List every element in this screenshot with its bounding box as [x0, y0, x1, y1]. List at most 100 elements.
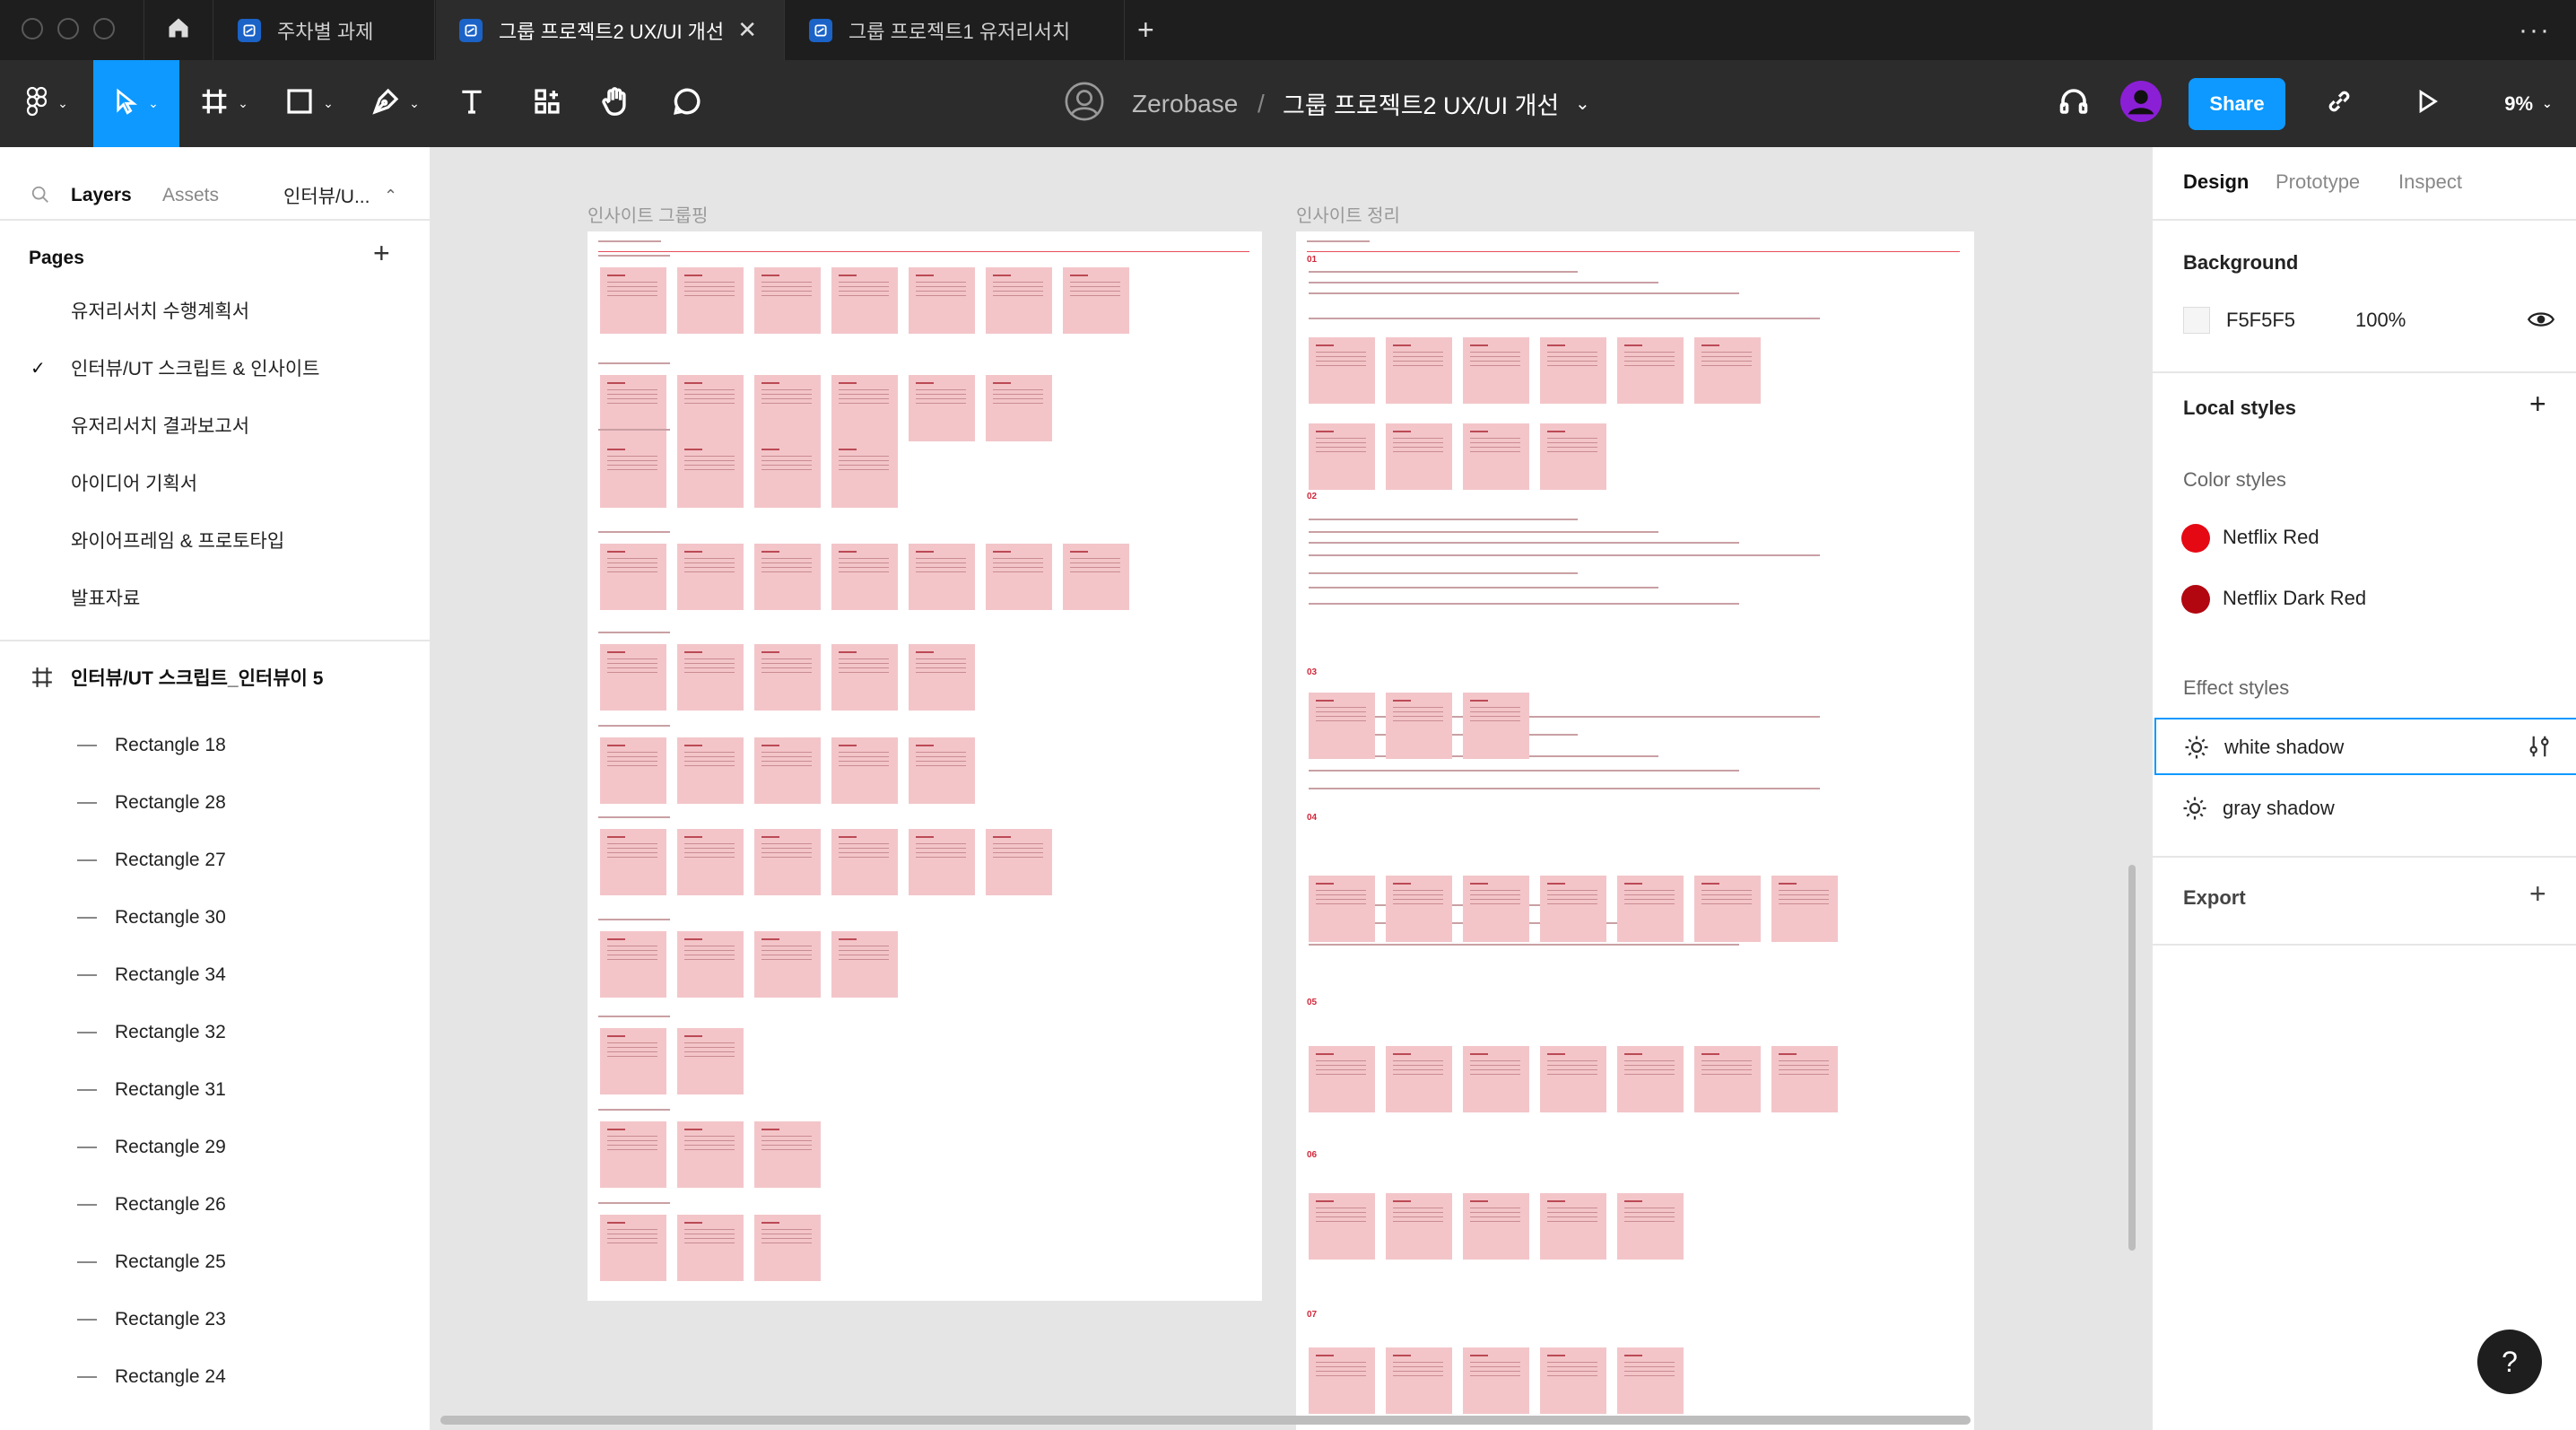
- tab-inspect[interactable]: Inspect: [2398, 170, 2462, 194]
- tab-layers[interactable]: Layers: [71, 185, 132, 206]
- effect-style-row[interactable]: gray shadow: [2154, 780, 2576, 838]
- sticky-note[interactable]: [600, 931, 666, 998]
- sticky-note[interactable]: [1386, 876, 1452, 942]
- sticky-note[interactable]: [1463, 423, 1529, 490]
- sticky-note[interactable]: [754, 829, 821, 895]
- sticky-note[interactable]: [1540, 1347, 1606, 1414]
- sticky-note[interactable]: [1309, 1193, 1375, 1260]
- sticky-note[interactable]: [600, 375, 666, 441]
- sticky-note[interactable]: [600, 829, 666, 895]
- sticky-note[interactable]: [754, 931, 821, 998]
- copy-link-button[interactable]: [2319, 60, 2359, 147]
- sticky-note[interactable]: [1463, 337, 1529, 404]
- layer-item[interactable]: Rectangle 18: [0, 723, 431, 768]
- avatar[interactable]: [2120, 60, 2162, 147]
- sticky-note[interactable]: [1540, 876, 1606, 942]
- close-icon[interactable]: ✕: [737, 16, 757, 44]
- sticky-note[interactable]: [1309, 693, 1375, 759]
- effect-style-row-selected[interactable]: white shadow: [2154, 718, 2576, 775]
- sticky-note[interactable]: [600, 737, 666, 804]
- file-name[interactable]: 그룹 프로젝트2 UX/UI 개선: [1283, 60, 1559, 147]
- sticky-note[interactable]: [1386, 693, 1452, 759]
- sticky-note[interactable]: [831, 375, 898, 441]
- add-style-button[interactable]: +: [2529, 388, 2546, 421]
- sticky-note[interactable]: [909, 375, 975, 441]
- sticky-note[interactable]: [754, 267, 821, 334]
- sticky-note[interactable]: [1540, 423, 1606, 490]
- sticky-note[interactable]: [600, 267, 666, 334]
- sticky-note[interactable]: [1540, 1193, 1606, 1260]
- sticky-note[interactable]: [754, 375, 821, 441]
- window-minimize-button[interactable]: [57, 18, 79, 39]
- sticky-note[interactable]: [1463, 693, 1529, 759]
- sticky-note[interactable]: [754, 644, 821, 711]
- background-opacity[interactable]: 100%: [2355, 309, 2406, 332]
- text-tool[interactable]: [445, 60, 499, 147]
- canvas[interactable]: 인사이트 그룹핑 인사이트 정리 01 02 03 04 05 06 07: [431, 147, 2151, 1430]
- sticky-note[interactable]: [1386, 1347, 1452, 1414]
- sticky-note[interactable]: [754, 1215, 821, 1281]
- sticky-note[interactable]: [754, 544, 821, 610]
- team-avatar[interactable]: [1064, 60, 1105, 147]
- audio-button[interactable]: [2056, 60, 2092, 147]
- sticky-note[interactable]: [600, 1121, 666, 1188]
- pen-tool[interactable]: ⌄: [355, 60, 436, 147]
- sticky-note[interactable]: [909, 737, 975, 804]
- sticky-note[interactable]: [677, 441, 744, 508]
- color-style-row[interactable]: Netflix Dark Red: [2153, 572, 2576, 626]
- sticky-note[interactable]: [1617, 1193, 1684, 1260]
- chevron-down-icon[interactable]: ⌄: [1575, 60, 1590, 147]
- sticky-note[interactable]: [600, 644, 666, 711]
- layer-item[interactable]: Rectangle 23: [0, 1297, 431, 1342]
- sticky-note[interactable]: [1309, 423, 1375, 490]
- sticky-note[interactable]: [1771, 1046, 1838, 1112]
- sticky-note[interactable]: [1063, 267, 1129, 334]
- sticky-note[interactable]: [1463, 1193, 1529, 1260]
- sticky-note[interactable]: [909, 267, 975, 334]
- chevron-up-icon[interactable]: ⌃: [384, 187, 397, 205]
- page-item[interactable]: 유저리서치 결과보고서: [0, 403, 431, 448]
- sticky-note[interactable]: [831, 931, 898, 998]
- layer-item[interactable]: Rectangle 24: [0, 1355, 431, 1399]
- sticky-note[interactable]: [677, 544, 744, 610]
- sticky-note[interactable]: [600, 1028, 666, 1094]
- page-item[interactable]: 아이디어 기획서: [0, 460, 431, 505]
- sticky-note[interactable]: [1463, 876, 1529, 942]
- sticky-note[interactable]: [831, 441, 898, 508]
- sticky-note[interactable]: [1617, 1046, 1684, 1112]
- tab-design[interactable]: Design: [2183, 170, 2249, 194]
- frame-layer[interactable]: 인터뷰/UT 스크립트_인터뷰이 5: [0, 650, 431, 705]
- tab-prototype[interactable]: Prototype: [2276, 170, 2360, 194]
- sticky-note[interactable]: [986, 544, 1052, 610]
- file-tab-2[interactable]: 그룹 프로젝트2 UX/UI 개선 ✕: [436, 0, 785, 60]
- sticky-note[interactable]: [754, 1121, 821, 1188]
- sticky-note[interactable]: [1617, 1347, 1684, 1414]
- page-item[interactable]: 와이어프레임 & 프로토타입: [0, 518, 431, 562]
- frame-label-grouping[interactable]: 인사이트 그룹핑: [587, 201, 708, 227]
- sticky-note[interactable]: [677, 1215, 744, 1281]
- adjust-icon[interactable]: [2526, 732, 2553, 765]
- sticky-note[interactable]: [677, 829, 744, 895]
- comment-tool[interactable]: [660, 60, 714, 147]
- sticky-note[interactable]: [986, 375, 1052, 441]
- add-export-button[interactable]: +: [2529, 877, 2546, 911]
- share-button[interactable]: Share: [2189, 78, 2285, 130]
- page-selector[interactable]: 인터뷰/U...: [283, 182, 370, 209]
- sticky-note[interactable]: [1386, 423, 1452, 490]
- layer-item[interactable]: Rectangle 27: [0, 838, 431, 883]
- resources-tool[interactable]: [520, 60, 574, 147]
- sticky-note[interactable]: [754, 737, 821, 804]
- sticky-note[interactable]: [677, 644, 744, 711]
- move-tool[interactable]: ⌄: [93, 60, 179, 147]
- sticky-note[interactable]: [909, 544, 975, 610]
- layer-item[interactable]: Rectangle 29: [0, 1125, 431, 1170]
- sticky-note[interactable]: [1063, 544, 1129, 610]
- help-button[interactable]: ?: [2477, 1330, 2542, 1394]
- layer-item[interactable]: Rectangle 32: [0, 1010, 431, 1055]
- sticky-note[interactable]: [1463, 1046, 1529, 1112]
- sticky-note[interactable]: [1309, 337, 1375, 404]
- file-tab-1[interactable]: 주차별 과제: [214, 0, 435, 60]
- sticky-note[interactable]: [1309, 1046, 1375, 1112]
- page-item[interactable]: 유저리서치 수행계획서: [0, 288, 431, 333]
- window-zoom-button[interactable]: [93, 18, 115, 39]
